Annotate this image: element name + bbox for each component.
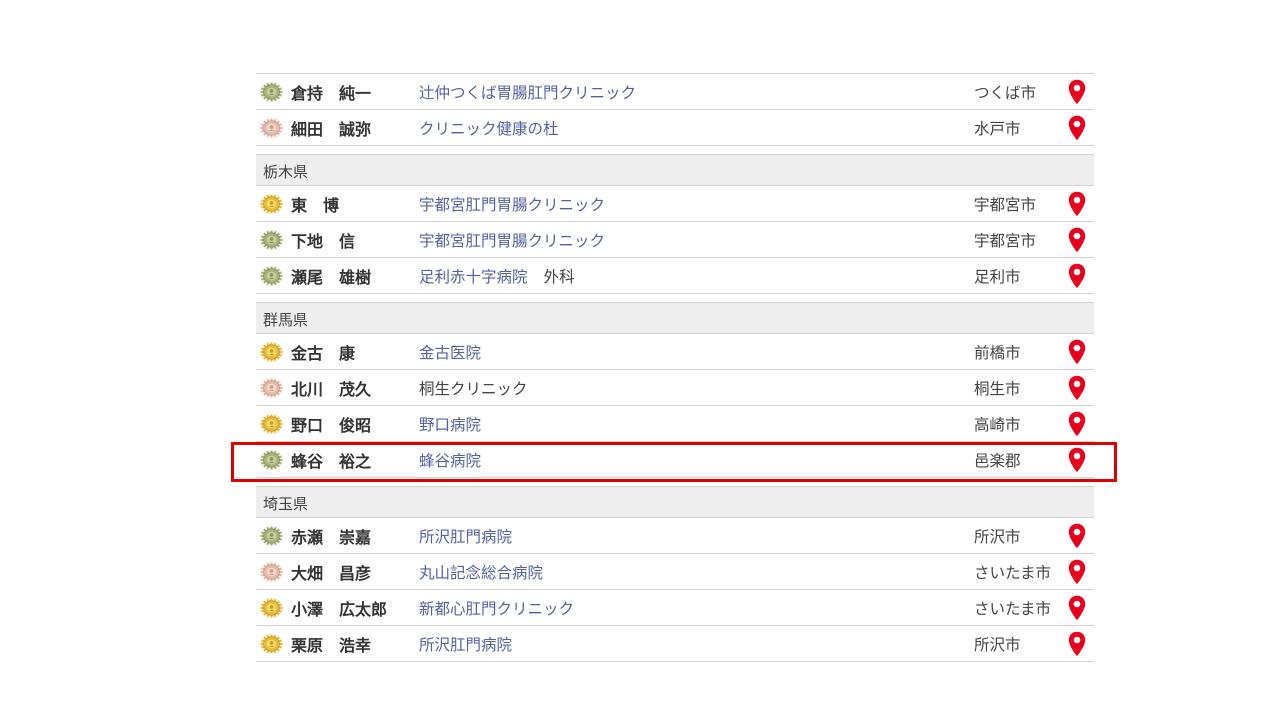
clinic-cell: 桐生クリニック — [419, 377, 528, 399]
clinic-link[interactable]: クリニック健康の杜 — [419, 120, 559, 138]
map-pin-icon[interactable] — [1068, 631, 1086, 657]
member-seal-icon — [260, 342, 283, 362]
map-pin-icon[interactable] — [1068, 375, 1086, 401]
doctor-name: 下地 信 — [291, 232, 356, 251]
map-pin-icon[interactable] — [1068, 263, 1086, 289]
clinic-link[interactable]: 蜂谷病院 — [419, 452, 481, 470]
member-seal-icon — [260, 230, 283, 250]
clinic-cell: 丸山記念総合病院 — [419, 561, 543, 583]
doctor-name: 小澤 広太郎 — [291, 600, 388, 619]
city-label: つくば市 — [974, 84, 1037, 102]
prefecture-header: 群馬県 — [256, 302, 1094, 334]
member-seal-icon — [260, 378, 283, 398]
doctor-row: 東 博 宇都宮肛門胃腸クリニック 宇都宮市 — [256, 186, 1094, 222]
prefecture-label: 栃木県 — [263, 163, 309, 181]
doctor-name: 金古 康 — [291, 344, 356, 363]
map-pin-icon[interactable] — [1068, 559, 1086, 585]
clinic-link[interactable]: 辻仲つくば胃腸肛門クリニック — [419, 84, 636, 102]
clinic-cell: 所沢肛門病院 — [419, 633, 512, 655]
clinic-cell: 宇都宮肛門胃腸クリニック — [419, 229, 605, 251]
clinic-link[interactable]: 所沢肛門病院 — [419, 636, 512, 654]
map-pin-icon[interactable] — [1068, 447, 1086, 473]
member-seal-icon — [260, 562, 283, 582]
clinic-link[interactable]: 足利赤十字病院 — [419, 268, 528, 286]
clinic-cell: 宇都宮肛門胃腸クリニック — [419, 193, 605, 215]
map-pin-icon[interactable] — [1068, 191, 1086, 217]
doctor-name: 蜂谷 裕之 — [291, 452, 372, 471]
doctor-row: 蜂谷 裕之 蜂谷病院 邑楽郡 — [256, 442, 1094, 478]
map-pin-icon[interactable] — [1068, 115, 1086, 141]
clinic-link[interactable]: 宇都宮肛門胃腸クリニック — [419, 232, 605, 250]
doctor-row: 瀬尾 雄樹 足利赤十字病院 外科 足利市 — [256, 258, 1094, 294]
doctor-name: 野口 俊昭 — [291, 416, 372, 435]
prefecture-label: 群馬県 — [263, 311, 309, 329]
clinic-cell: 野口病院 — [419, 413, 481, 435]
clinic-link[interactable]: 宇都宮肛門胃腸クリニック — [419, 196, 605, 214]
department-label: 外科 — [543, 268, 575, 286]
clinic-cell: 蜂谷病院 — [419, 449, 481, 471]
clinic-cell: クリニック健康の杜 — [419, 117, 559, 139]
city-label: 邑楽郡 — [974, 452, 1021, 470]
clinic-link[interactable]: 所沢肛門病院 — [419, 528, 512, 546]
doctor-name: 大畑 昌彦 — [291, 564, 372, 583]
clinic-cell: 金古医院 — [419, 341, 481, 363]
doctor-row: 金古 康 金古医院 前橋市 — [256, 334, 1094, 370]
clinic-cell: 辻仲つくば胃腸肛門クリニック — [419, 81, 636, 103]
prefecture-header: 栃木県 — [256, 154, 1094, 186]
prefecture-label: 埼玉県 — [263, 495, 309, 513]
map-pin-icon[interactable] — [1068, 339, 1086, 365]
doctor-row: 下地 信 宇都宮肛門胃腸クリニック 宇都宮市 — [256, 222, 1094, 258]
map-pin-icon[interactable] — [1068, 595, 1086, 621]
clinic-link[interactable]: 新都心肛門クリニック — [419, 600, 574, 618]
doctor-name: 北川 茂久 — [291, 380, 372, 399]
member-seal-icon — [260, 598, 283, 618]
city-label: 前橋市 — [974, 344, 1021, 362]
doctor-name: 細田 誠弥 — [291, 120, 372, 139]
map-pin-icon[interactable] — [1068, 523, 1086, 549]
doctor-list: 倉持 純一 辻仲つくば胃腸肛門クリニック つくば市 細田 誠弥 クリニック健康の杜 水戸… — [256, 73, 1094, 662]
doctor-name: 赤瀬 崇嘉 — [291, 528, 372, 547]
member-seal-icon — [260, 634, 283, 654]
clinic-cell: 所沢肛門病院 — [419, 525, 512, 547]
city-label: 足利市 — [974, 268, 1021, 286]
member-seal-icon — [260, 118, 283, 138]
city-label: 所沢市 — [974, 636, 1021, 654]
doctor-row: 野口 俊昭 野口病院 高崎市 — [256, 406, 1094, 442]
city-label: 水戸市 — [974, 120, 1021, 138]
member-seal-icon — [260, 450, 283, 470]
city-label: 桐生市 — [974, 380, 1021, 398]
member-seal-icon — [260, 414, 283, 434]
doctor-name: 倉持 純一 — [291, 84, 372, 103]
city-label: 所沢市 — [974, 528, 1021, 546]
doctor-row: 栗原 浩幸 所沢肛門病院 所沢市 — [256, 626, 1094, 662]
doctor-name: 瀬尾 雄樹 — [291, 268, 372, 287]
doctor-row: 倉持 純一 辻仲つくば胃腸肛門クリニック つくば市 — [256, 73, 1094, 110]
clinic-cell: 足利赤十字病院 外科 — [419, 265, 575, 287]
city-label: 宇都宮市 — [974, 232, 1037, 250]
city-label: さいたま市 — [974, 600, 1052, 618]
member-seal-icon — [260, 526, 283, 546]
clinic-cell: 新都心肛門クリニック — [419, 597, 574, 619]
doctor-row: 小澤 広太郎 新都心肛門クリニック さいたま市 — [256, 590, 1094, 626]
city-label: 高崎市 — [974, 416, 1021, 434]
clinic-link[interactable]: 丸山記念総合病院 — [419, 564, 543, 582]
doctor-row: 赤瀬 崇嘉 所沢肛門病院 所沢市 — [256, 518, 1094, 554]
clinic-link[interactable]: 野口病院 — [419, 416, 481, 434]
member-seal-icon — [260, 266, 283, 286]
clinic-link[interactable]: 金古医院 — [419, 344, 481, 362]
city-label: さいたま市 — [974, 564, 1052, 582]
doctor-name: 東 博 — [291, 196, 340, 215]
member-seal-icon — [260, 82, 283, 102]
city-label: 宇都宮市 — [974, 196, 1037, 214]
member-seal-icon — [260, 194, 283, 214]
map-pin-icon[interactable] — [1068, 227, 1086, 253]
doctor-row: 北川 茂久 桐生クリニック 桐生市 — [256, 370, 1094, 406]
clinic-name: 桐生クリニック — [419, 380, 528, 398]
doctor-row: 細田 誠弥 クリニック健康の杜 水戸市 — [256, 110, 1094, 146]
doctor-name: 栗原 浩幸 — [291, 636, 372, 655]
prefecture-header: 埼玉県 — [256, 486, 1094, 518]
doctor-row: 大畑 昌彦 丸山記念総合病院 さいたま市 — [256, 554, 1094, 590]
map-pin-icon[interactable] — [1068, 411, 1086, 437]
map-pin-icon[interactable] — [1068, 79, 1086, 105]
